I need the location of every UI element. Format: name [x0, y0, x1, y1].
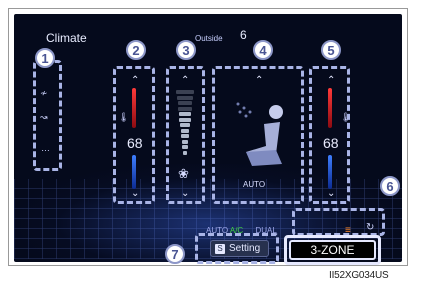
figure-caption: II52XG034US [329, 270, 389, 281]
driver-temp-up-icon[interactable]: ⌃ [131, 76, 139, 86]
passenger-temperature: 68 [323, 135, 339, 151]
callout-7: 7 [165, 244, 185, 264]
callout-1: 1 [35, 48, 55, 68]
callout-6: 6 [380, 176, 400, 196]
setting-label: Setting [229, 243, 261, 254]
callout-3: 3 [176, 40, 196, 60]
passenger-thermometer-icon: 🌡 [340, 112, 352, 122]
callout-4: 4 [253, 40, 273, 60]
fan-icon: ❀ [178, 166, 189, 181]
three-zone-button[interactable]: 3-ZONE [289, 240, 376, 260]
fan-up-icon[interactable]: ⌃ [181, 76, 189, 86]
fan-down-icon[interactable]: ⌄ [181, 189, 189, 199]
fan-speed-step [179, 117, 191, 122]
fan-speed-step [177, 95, 193, 100]
fan-speed-step [183, 150, 187, 155]
driver-temp-down-icon[interactable]: ⌄ [131, 189, 139, 199]
fan-speed-step [178, 112, 192, 116]
passenger-temp-up-icon[interactable]: ⌃ [327, 76, 335, 86]
fan-speed-step [176, 90, 194, 94]
steering-heat-icon[interactable]: ↝ [40, 112, 48, 123]
callout-5: 5 [321, 40, 341, 60]
fan-speed-step [178, 106, 192, 111]
setting-button[interactable]: S Setting [210, 240, 269, 257]
recirculate-icon[interactable]: ↻ [366, 222, 374, 233]
driver-temperature: 68 [127, 135, 143, 151]
passenger-temp-cold-bar [328, 155, 332, 189]
seat-auto-label: AUTO [243, 180, 266, 189]
passenger-temp-hot-bar [328, 88, 332, 128]
callout-2: 2 [126, 40, 146, 60]
driver-temp-hot-bar [132, 88, 136, 128]
passenger-temp-down-icon[interactable]: ⌄ [327, 189, 335, 199]
setting-icon: S [215, 244, 225, 254]
fan-speed-step [182, 145, 188, 149]
fan-speed-step [180, 128, 190, 133]
outside-label: Outside [195, 34, 223, 43]
seat-airflow-icon[interactable] [226, 94, 296, 174]
more-dots-icon[interactable]: … [41, 143, 50, 153]
fan-speed-step [181, 139, 189, 144]
seat-heat-icon[interactable]: ≁ [40, 88, 48, 99]
driver-temp-cold-bar [132, 155, 136, 189]
screen-title: Climate [46, 31, 87, 45]
airflow-up-icon[interactable]: ⌃ [255, 76, 263, 86]
fan-speed-step [180, 123, 190, 127]
fan-speed-step [177, 101, 193, 105]
fan-speed-step [181, 134, 189, 138]
outside-temperature: 6 [240, 28, 247, 42]
driver-thermometer-icon: 🌡 [118, 112, 130, 122]
